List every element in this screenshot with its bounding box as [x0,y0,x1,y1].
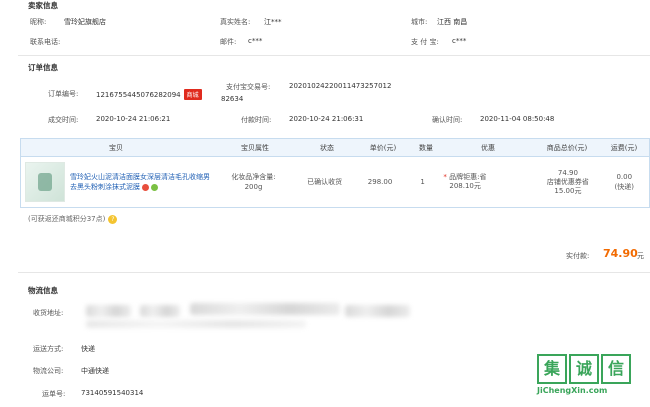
th-total: 商品总价(元) [546,143,588,152]
email-value: c*** [248,37,263,45]
address-redacted [86,305,131,317]
order-no-label: 订单编号: [48,90,79,98]
coin-icon: ? [108,214,118,224]
watermark-url: JiChengXin.com [537,386,608,395]
alipay-trade-value-2: 82634 [221,95,244,103]
created-value: 2020-10-24 21:06:21 [96,115,171,123]
total-coupon-label: 店铺优惠券省 [546,177,589,186]
address-label: 收货地址: [33,309,64,317]
th-price: 单价(元) [369,143,397,152]
guarantee-icon [151,183,158,191]
product-title-link[interactable]: 雪玲妃火山泥清洁面膜女深层清洁毛孔收缩男去黑头粉刺涂抹式泥膜 [70,172,210,192]
order-no-text: 1216755445076282094 [96,91,181,99]
total-coupon-value: 15.00元 [554,186,582,195]
service-icon [142,183,149,191]
realname-label: 真实姓名: [220,18,251,26]
nickname-value: 雪玲妃旗舰店 [64,18,106,26]
qty-cell: 1 [420,178,425,186]
payment-unit: 元 [637,252,644,260]
status-cell: 已确认收货 [307,178,343,186]
address-redacted [140,305,180,317]
watermark-char-3: 信 [601,354,631,384]
goods-table: 宝贝 宝贝属性 状态 单价(元) 数量 优惠 商品总价(元) 运费(元) 雪玲妃… [20,138,650,208]
confirmed-value: 2020-11-04 08:50:48 [480,115,555,123]
order-section-title: 订单信息 [28,63,58,72]
company-value: 中通快递 [81,367,109,375]
freight-amount: 0.00 [616,173,633,181]
email-label: 邮件: [220,38,237,46]
divider [18,55,650,56]
realname-value: 江*** [264,18,282,26]
th-attr: 宝贝属性 [241,143,269,152]
th-goods: 宝贝 [109,143,123,152]
promo-line-1: * 品牌钜惠:省 [443,173,487,181]
confirmed-label: 确认时间: [432,116,463,124]
price-cell: 298.00 [367,178,393,186]
th-promo: 优惠 [481,143,495,152]
alipay-trade-value-1: 20201024220011473257012 [289,82,392,90]
attr-label: 化妆品净含量: [231,173,276,181]
freight-cell: 0.00 (快递) [600,172,649,192]
total-cell: 74.90 店铺优惠券省 15.00元 [536,169,599,196]
table-row: 雪玲妃火山泥清洁面膜女深层清洁毛孔收缩男去黑头粉刺涂抹式泥膜 化妆品净含量: 2… [21,157,649,207]
promo-line-2: 208.10元 [449,182,481,190]
tracking-label: 运单号: [42,390,66,398]
watermark-char-2: 诚 [569,354,599,384]
method-label: 运送方式: [33,345,64,353]
alipay-value: c*** [452,37,467,45]
th-qty: 数量 [419,143,433,152]
attr-cell: 化妆品净含量: 200g [210,172,297,192]
address-redacted [86,320,306,328]
payment-amount: 74.90 [603,247,638,260]
total-amount: 74.90 [557,168,578,177]
payment-label: 实付款: [566,252,590,260]
points-note-text: (可获返还商城积分37点) [28,215,106,223]
promo-cell: * 品牌钜惠:省 208.10元 [437,173,536,191]
attr-value: 200g [244,183,263,191]
nickname-label: 昵称: [30,18,47,26]
address-redacted [190,303,340,315]
alipay-label: 支 付 宝: [411,38,439,46]
th-freight: 运费(元) [610,143,638,152]
city-label: 城市: [411,18,428,26]
seller-section-title: 卖家信息 [28,1,58,10]
divider [18,272,650,273]
order-no-value: 1216755445076282094 商城 [96,89,202,100]
points-note: (可获返还商城积分37点)? [28,214,118,224]
goods-cell: 雪玲妃火山泥清洁面膜女深层清洁毛孔收缩男去黑头粉刺涂抹式泥膜 [21,162,210,202]
tracking-value: 73140591540314 [81,389,144,397]
table-header: 宝贝 宝贝属性 状态 单价(元) 数量 优惠 商品总价(元) 运费(元) [21,139,649,157]
phone-label: 联系电话: [30,38,61,46]
paid-value: 2020-10-24 21:06:31 [289,115,364,123]
watermark-logo: 集诚信 JiChengXin.com [537,354,647,406]
company-label: 物流公司: [33,367,64,375]
tmall-badge: 商城 [183,89,202,100]
city-value: 江西 南昌 [437,18,468,26]
paid-label: 付款时间: [241,116,272,124]
method-value: 快递 [81,345,95,353]
freight-type: (快递) [614,183,634,191]
logistics-section-title: 物流信息 [28,286,58,295]
alipay-trade-label: 支付宝交易号: [226,83,271,91]
address-redacted [345,305,410,317]
watermark-char-1: 集 [537,354,567,384]
th-status: 状态 [320,143,334,152]
product-title-text[interactable]: 雪玲妃火山泥清洁面膜女深层清洁毛孔收缩男去黑头粉刺涂抹式泥膜 [70,173,210,191]
promo-line-1-text: 品牌钜惠:省 [449,173,487,181]
created-label: 成交时间: [48,116,79,124]
product-thumbnail[interactable] [25,162,65,202]
